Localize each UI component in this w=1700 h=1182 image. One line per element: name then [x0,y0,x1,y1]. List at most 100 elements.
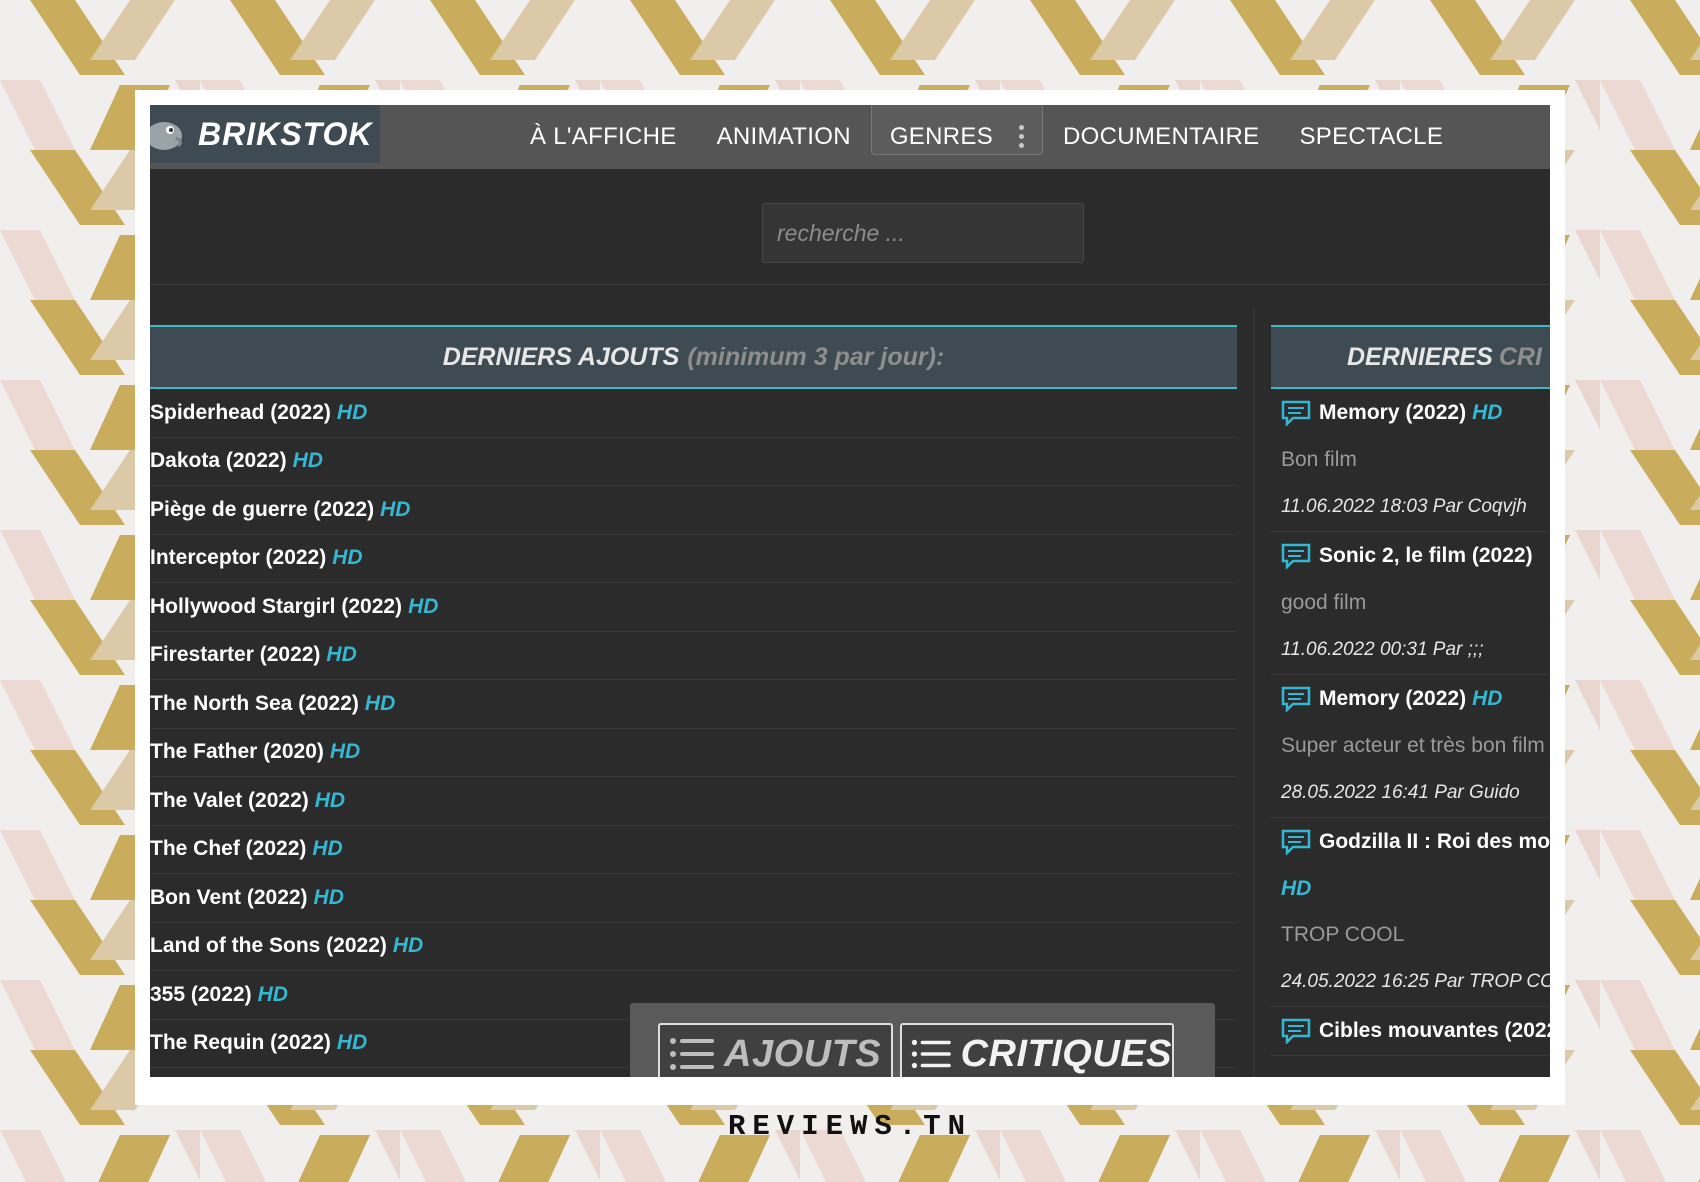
nav-animation[interactable]: ANIMATION [697,105,871,169]
comment-icon [1281,1018,1311,1044]
hd-badge: HD [329,740,361,764]
latest-reviews-panel: DERNIERES CRI Memory (2022) HD Bon film 1… [1271,325,1550,1056]
latest-additions-list: Spiderhead (2022) HD Dakota (2022) HD Pièg… [150,389,1237,1068]
latest-additions-header: DERNIERS AJOUTS (minimum 3 par jour): [150,325,1237,389]
hd-badge: HD [1472,687,1503,710]
latest-additions-panel: DERNIERS AJOUTS (minimum 3 par jour): Sp… [150,325,1237,1068]
review-item[interactable]: Sonic 2, le film (2022) good film 11.06.… [1271,532,1550,675]
nav-a-l-affiche[interactable]: À L'AFFICHE [510,105,697,169]
hd-badge: HD [336,1031,368,1055]
nav-spectacle[interactable]: SPECTACLE [1280,105,1464,169]
movie-title: The Chef (2022) [150,837,307,861]
movie-title: 355 (2022) [150,982,252,1006]
latest-additions-subtitle: (minimum 3 par jour): [687,342,945,371]
nav-documentaire[interactable]: DOCUMENTAIRE [1043,105,1280,169]
movie-row[interactable]: Dakota (2022) HD [150,438,1237,486]
review-movie-title: Sonic 2, le film (2022) [1319,544,1533,567]
review-title-line: Cibles mouvantes (2022) [1281,1007,1550,1055]
hd-badge: HD [332,546,363,570]
main-menu: À L'AFFICHE ANIMATION GENRES DOCUMENTAIR… [510,105,1463,169]
tab-ajouts[interactable]: AJOUTS [658,1023,893,1077]
review-hd-line: HD [1281,866,1550,912]
hd-badge: HD [326,643,357,667]
movie-title: Hollywood Stargirl (2022) [150,594,403,618]
review-text: good film [1281,591,1367,614]
review-movie-title: Godzilla II : Roi des monstres [1319,830,1550,853]
movie-title: Land of the Sons (2022) [150,934,387,958]
comment-icon [1281,400,1311,426]
review-meta: 11.06.2022 00:31 Par ;;; [1281,639,1484,660]
movie-title: Bon Vent (2022) [150,885,308,909]
movie-row[interactable]: Spiderhead (2022) HD [150,389,1237,438]
hd-badge: HD [1472,401,1503,424]
hd-badge: HD [292,449,323,473]
review-title-line: Godzilla II : Roi des monstres [1281,818,1550,866]
review-meta: 24.05.2022 16:25 Par TROP COOL [1281,971,1550,992]
latest-reviews-title: DERNIERES [1347,342,1493,371]
list-icon [670,1038,714,1070]
movie-title: Spiderhead (2022) [150,400,331,424]
review-title-line: Memory (2022) HD [1281,675,1550,723]
review-text: TROP COOL [1281,923,1405,946]
tab-critiques[interactable]: CRITIQUES [900,1023,1174,1077]
comment-icon [1281,829,1311,855]
review-item[interactable]: Memory (2022) HD Super acteur et très bon… [1271,675,1550,818]
hd-badge: HD [314,788,346,812]
comment-icon [1281,686,1311,712]
review-meta: 11.06.2022 18:03 Par Coqvjh [1281,496,1527,517]
movie-title: The Father (2020) [150,740,324,764]
hd-badge: HD [312,837,343,861]
movie-row[interactable]: Interceptor (2022) HD [150,535,1237,583]
comment-icon [1281,543,1311,569]
hd-badge: HD [313,885,344,909]
review-item[interactable]: Cibles mouvantes (2022) [1271,1007,1550,1056]
mascot-icon [150,122,183,150]
movie-title: Piège de guerre (2022) [150,497,375,521]
hd-badge: HD [392,934,424,958]
website-screenshot: BRIKSTOK À L'AFFICHE ANIMATION GENRES DO… [150,105,1550,1077]
movie-row[interactable]: Land of the Sons (2022) HD [150,923,1237,971]
movie-row[interactable]: Hollywood Stargirl (2022) HD [150,583,1237,632]
movie-title: The Valet (2022) [150,788,309,812]
search-input[interactable] [762,203,1084,263]
latest-additions-title: DERNIERS AJOUTS [442,342,680,371]
movie-title: Firestarter (2022) [150,643,321,667]
movie-row[interactable]: Bon Vent (2022) HD [150,874,1237,923]
watermark: REVIEWS.TN [727,1110,973,1143]
movie-title: Interceptor (2022) [150,546,327,570]
movie-row[interactable]: The Valet (2022) HD [150,777,1237,826]
review-movie-title: Cibles mouvantes (2022) [1319,1019,1550,1042]
movie-row[interactable]: The Father (2020) HD [150,729,1237,777]
review-movie-title: Memory (2022) [1319,401,1467,424]
site-logo[interactable]: BRIKSTOK [150,105,380,163]
search-section [150,169,1550,285]
movie-row[interactable]: Firestarter (2022) HD [150,632,1237,680]
top-navigation-bar: BRIKSTOK À L'AFFICHE ANIMATION GENRES DO… [150,105,1550,169]
review-title-line: Sonic 2, le film (2022) [1281,532,1550,580]
list-icon [911,1039,951,1069]
movie-row[interactable]: Piège de guerre (2022) HD [150,486,1237,535]
hd-badge: HD [336,400,368,424]
nav-genres-dropdown[interactable]: GENRES [870,105,1043,155]
movie-title: The North Sea (2022) [150,691,359,715]
review-meta: 28.05.2022 16:41 Par Guido [1281,782,1520,803]
bottom-tab-bar: AJOUTS CRITIQUES [630,1003,1215,1077]
movie-row[interactable]: The North Sea (2022) HD [150,680,1237,729]
tab-ajouts-label: AJOUTS [724,1032,882,1075]
movie-row[interactable]: The Chef (2022) HD [150,826,1237,874]
logo-text: BRIKSTOK [198,115,373,152]
review-text: Bon film [1281,448,1357,471]
more-vertical-icon [1019,125,1024,148]
hd-badge: HD [1281,877,1312,900]
hd-badge: HD [364,691,396,715]
review-item[interactable]: Godzilla II : Roi des monstres HD TROP C… [1271,818,1550,1007]
review-item[interactable]: Memory (2022) HD Bon film 11.06.2022 18:0… [1271,389,1550,532]
latest-reviews-header: DERNIERES CRI [1271,325,1550,389]
hd-badge: HD [380,497,411,521]
tab-critiques-label: CRITIQUES [960,1032,1172,1075]
review-movie-title: Memory (2022) [1319,687,1467,710]
hd-badge: HD [257,982,288,1006]
movie-title: Dakota (2022) [150,449,287,473]
review-title-line: Memory (2022) HD [1281,389,1550,437]
movie-title: The Requin (2022) [150,1031,331,1055]
